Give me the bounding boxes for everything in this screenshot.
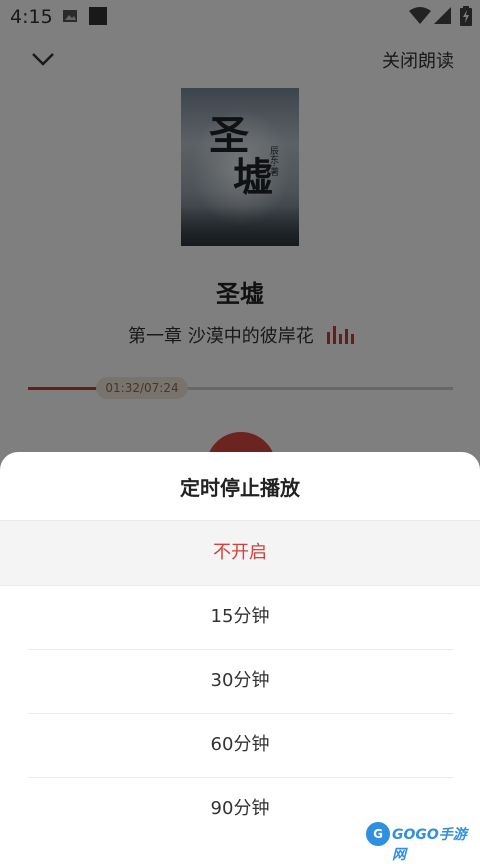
watermark-logo-icon: G bbox=[366, 822, 390, 846]
site-watermark: G GOGO手游网 bbox=[366, 822, 476, 863]
sheet-title: 定时停止播放 bbox=[180, 476, 300, 500]
timer-bottom-sheet: 定时停止播放 不开启 15分钟 30分钟 60分钟 90分钟 bbox=[0, 452, 480, 854]
timer-option-off[interactable]: 不开启 bbox=[0, 521, 480, 585]
timer-option-30min[interactable]: 30分钟 bbox=[0, 649, 480, 713]
timer-option-60min[interactable]: 60分钟 bbox=[0, 713, 480, 777]
timer-option-15min[interactable]: 15分钟 bbox=[0, 585, 480, 649]
watermark-text: GOGO手游网 bbox=[392, 827, 467, 863]
